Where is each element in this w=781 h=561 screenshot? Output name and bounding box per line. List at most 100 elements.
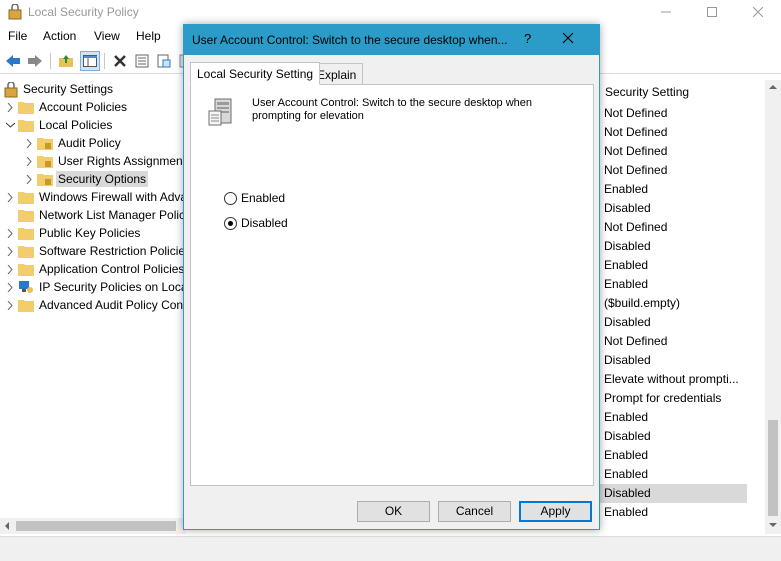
up-folder-icon[interactable]	[56, 51, 76, 71]
forward-arrow-icon[interactable]	[25, 51, 45, 71]
settings-vertical-scrollbar[interactable]	[765, 80, 781, 534]
show-tree-icon[interactable]	[80, 51, 100, 71]
radio-enabled-label[interactable]: Enabled	[241, 191, 285, 205]
chevron-right-icon[interactable]	[4, 188, 16, 206]
chevron-right-icon[interactable]	[4, 224, 16, 242]
tree-item-software-restriction[interactable]: Software Restriction Policies	[4, 242, 186, 260]
menu-action[interactable]: Action	[43, 29, 76, 43]
tree-label: Network List Manager Policies	[39, 208, 186, 222]
tree-label: Application Control Policies	[39, 262, 185, 276]
setting-value[interactable]: Not Defined	[604, 332, 749, 351]
folder-icon	[18, 262, 34, 276]
ok-button[interactable]: OK	[357, 501, 430, 522]
radio-disabled-circle[interactable]	[224, 216, 237, 230]
setting-value[interactable]: Enabled	[604, 503, 749, 522]
setting-value[interactable]: Not Defined	[604, 123, 749, 142]
setting-value-selected[interactable]: Disabled	[599, 484, 747, 503]
radio-enabled-circle[interactable]	[224, 191, 237, 205]
tree-item-public-key-policies[interactable]: Public Key Policies	[4, 224, 142, 242]
tree-label: Security Options	[56, 171, 149, 187]
scrollbar-thumb[interactable]	[16, 521, 176, 531]
setting-value[interactable]: Not Defined	[604, 218, 749, 237]
chevron-right-icon[interactable]	[23, 170, 35, 188]
setting-value[interactable]: Disabled	[604, 351, 749, 370]
chevron-right-icon[interactable]	[4, 98, 16, 116]
minimize-button[interactable]	[643, 0, 689, 24]
policy-description: User Account Control: Switch to the secu…	[252, 97, 572, 123]
radio-disabled[interactable]: Disabled	[224, 216, 288, 230]
setting-value[interactable]: Enabled	[604, 408, 749, 427]
tree-item-application-control[interactable]: Application Control Policies	[4, 260, 186, 278]
setting-value[interactable]: Disabled	[604, 199, 749, 218]
tree-item-windows-firewall[interactable]: Windows Firewall with Advanced Security	[4, 188, 186, 206]
toolbar-separator	[50, 53, 51, 69]
chevron-right-icon[interactable]	[4, 278, 16, 296]
setting-value[interactable]: Enabled	[604, 446, 749, 465]
tree-root-security-settings[interactable]: Security Settings	[4, 80, 115, 98]
dialog-close-button[interactable]	[562, 32, 574, 47]
tree-label: IP Security Policies on Local Computer	[39, 280, 186, 294]
settings-list: Security Setting Not Defined Not Defined…	[599, 80, 765, 520]
setting-value[interactable]: Not Defined	[604, 104, 749, 123]
folder-lock-icon	[37, 154, 53, 168]
setting-value[interactable]: Enabled	[604, 256, 749, 275]
tree-label: Local Policies	[39, 118, 113, 132]
setting-value[interactable]: Disabled	[604, 237, 749, 256]
setting-value[interactable]: Disabled	[604, 427, 749, 446]
tree-item-ip-security[interactable]: IP Security Policies on Local Computer	[4, 278, 186, 296]
scrollbar-thumb[interactable]	[768, 420, 778, 516]
tree-label: Account Policies	[39, 100, 128, 114]
chevron-right-icon[interactable]	[4, 260, 16, 278]
chevron-right-icon[interactable]	[23, 134, 35, 152]
scroll-left-icon[interactable]	[4, 522, 10, 530]
tree-label: Audit Policy	[58, 136, 121, 150]
tree-pane: Security Settings Account Policies Local…	[0, 78, 186, 518]
apply-button[interactable]: Apply	[519, 501, 592, 522]
tree-item-account-policies[interactable]: Account Policies	[4, 98, 129, 116]
setting-value[interactable]: Elevate without prompti...	[604, 370, 749, 389]
chevron-right-icon[interactable]	[23, 152, 35, 170]
setting-value[interactable]: Not Defined	[604, 161, 749, 180]
tree-item-network-list-manager[interactable]: Network List Manager Policies	[4, 206, 186, 224]
setting-value[interactable]: Disabled	[604, 313, 749, 332]
export-list-icon[interactable]	[154, 51, 174, 71]
cancel-button[interactable]: Cancel	[438, 501, 511, 522]
chevron-down-icon[interactable]	[4, 116, 16, 134]
setting-value[interactable]: Enabled	[604, 180, 749, 199]
tree-horizontal-scrollbar[interactable]	[0, 518, 186, 534]
tree-label: Software Restriction Policies	[39, 244, 186, 258]
delete-icon[interactable]	[110, 51, 130, 71]
setting-value[interactable]: Prompt for credentials	[604, 389, 749, 408]
setting-value[interactable]: ($build.empty)	[604, 294, 749, 313]
tab-local-security-setting[interactable]: Local Security Setting	[190, 62, 321, 85]
policy-description-line: User Account Control: Switch to the secu…	[252, 97, 533, 109]
column-header-security-setting[interactable]: Security Setting	[599, 80, 749, 102]
menu-file[interactable]: File	[8, 29, 27, 43]
scroll-up-icon[interactable]	[769, 84, 777, 90]
folder-lock-icon	[37, 136, 53, 150]
setting-value[interactable]: Not Defined	[604, 142, 749, 161]
tree-item-local-policies[interactable]: Local Policies	[4, 116, 114, 134]
setting-value[interactable]: Enabled	[604, 465, 749, 484]
radio-enabled[interactable]: Enabled	[224, 191, 285, 205]
menu-view[interactable]: View	[94, 29, 120, 43]
tree-item-advanced-audit[interactable]: Advanced Audit Policy Configuration	[4, 296, 186, 314]
properties-icon[interactable]	[132, 51, 152, 71]
back-arrow-icon[interactable]	[3, 51, 23, 71]
radio-disabled-label[interactable]: Disabled	[241, 216, 288, 230]
tree-item-user-rights-assignment[interactable]: User Rights Assignment	[23, 152, 186, 170]
scroll-down-icon[interactable]	[769, 522, 777, 528]
maximize-button[interactable]	[689, 0, 735, 24]
tab-panel-local-security-setting: User Account Control: Switch to the secu…	[190, 84, 594, 486]
tree-item-audit-policy[interactable]: Audit Policy	[23, 134, 123, 152]
setting-value[interactable]: Enabled	[604, 275, 749, 294]
tree-item-security-options[interactable]: Security Options	[23, 170, 149, 188]
dialog-help-button[interactable]: ?	[524, 31, 531, 46]
main-titlebar: Local Security Policy	[0, 0, 781, 24]
window-close-button[interactable]	[735, 0, 781, 24]
security-settings-icon	[4, 81, 18, 98]
menu-help[interactable]: Help	[136, 29, 161, 43]
chevron-right-icon[interactable]	[4, 296, 16, 314]
tree-label: Windows Firewall with Advanced Security	[39, 190, 186, 204]
chevron-right-icon[interactable]	[4, 242, 16, 260]
